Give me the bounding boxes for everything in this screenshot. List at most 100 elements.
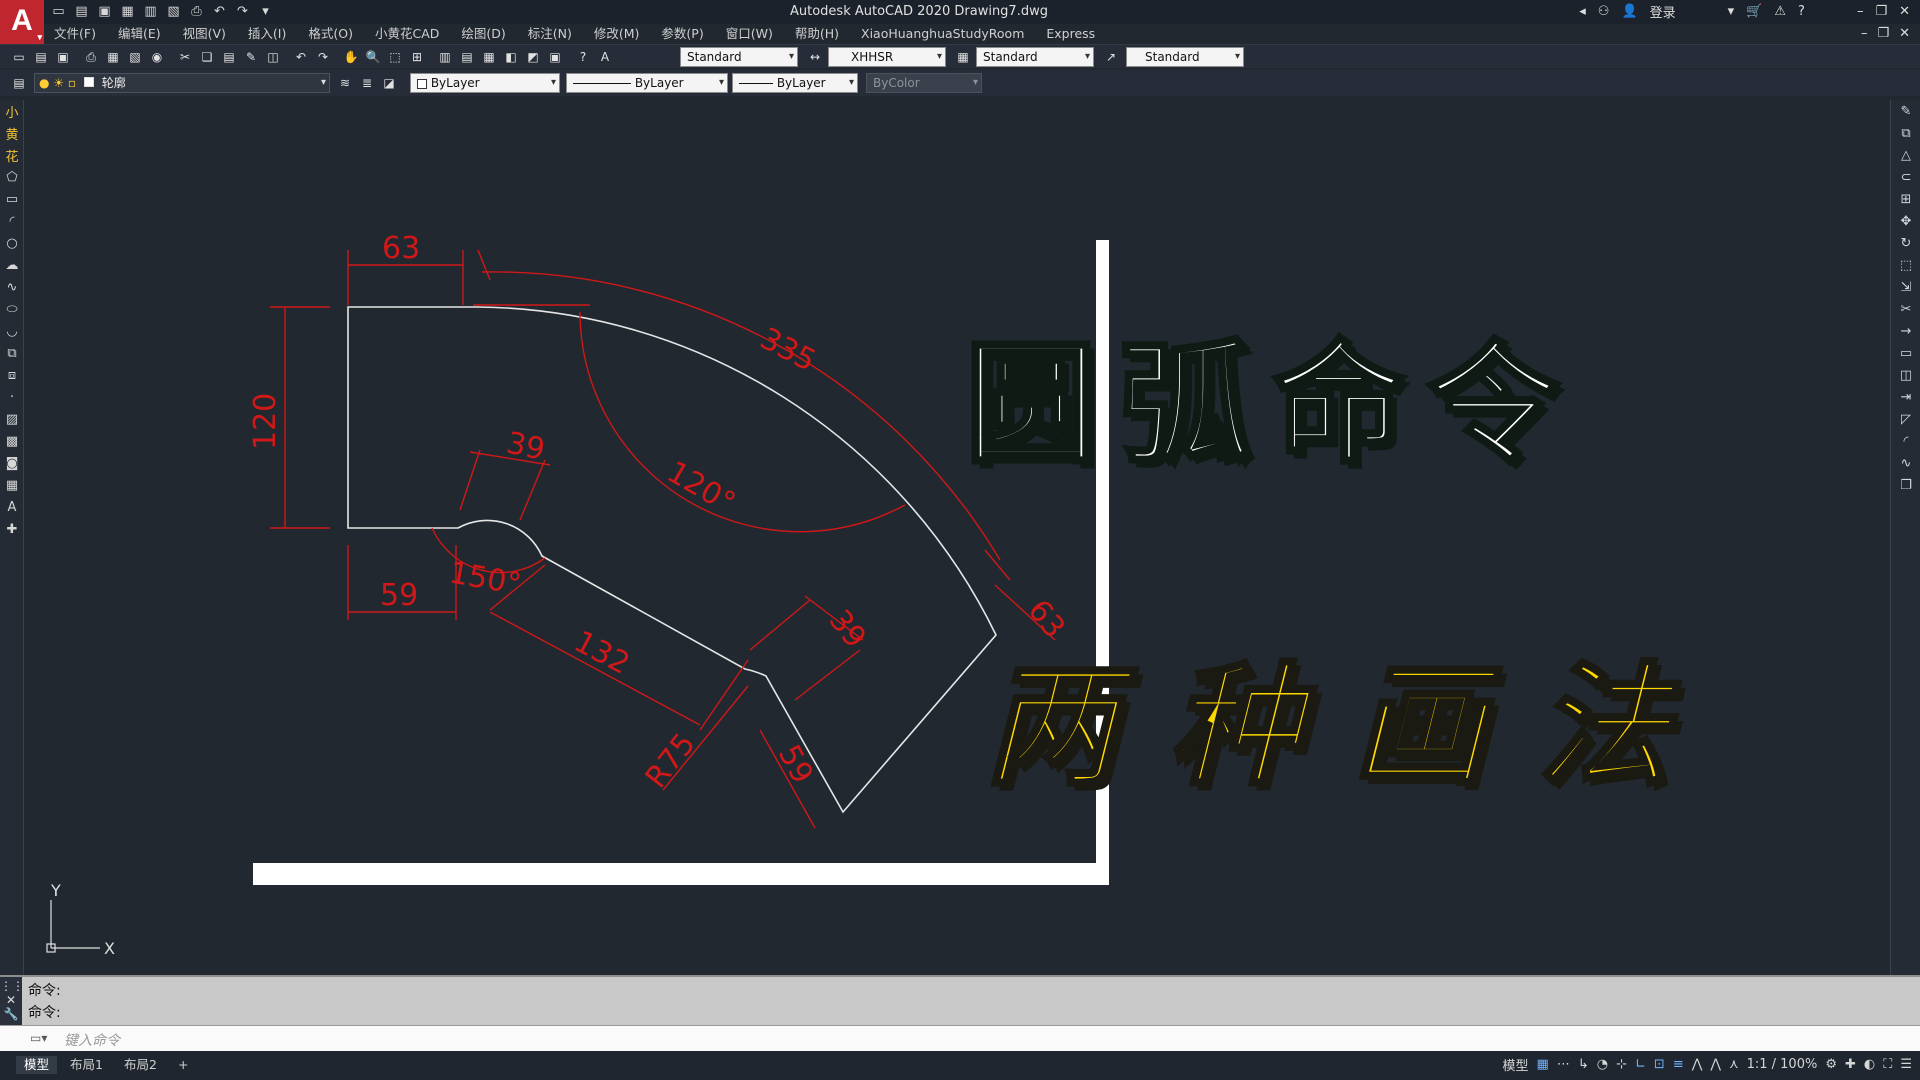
ortho-icon[interactable]: ∟ [1635, 1057, 1646, 1072]
break-icon[interactable]: ◫ [1891, 364, 1920, 386]
application-menu-button[interactable]: A ▾ [0, 0, 44, 44]
redo-icon[interactable]: ↷ [314, 48, 332, 66]
scale-icon[interactable]: ⬚ [1891, 254, 1920, 276]
plot-icon[interactable]: ⎙ [188, 3, 205, 20]
user-icon[interactable]: 👤 [1621, 4, 1637, 19]
layer-previous-icon[interactable]: ≣ [358, 74, 376, 92]
undo-icon[interactable]: ↶ [292, 48, 310, 66]
trim-icon[interactable]: ✂ [1891, 298, 1920, 320]
ellipse-arc-icon[interactable]: ◡ [0, 320, 24, 342]
command-prompt-icon[interactable]: ▭▾ [30, 1031, 47, 1045]
polygon-icon[interactable]: ⬠ [0, 166, 24, 188]
menu-express[interactable]: Express [1046, 24, 1095, 44]
qnew-icon[interactable]: ▭ [10, 48, 28, 66]
annotation-visibility-icon[interactable]: ⋀ [1692, 1057, 1703, 1072]
color-combo[interactable]: ByLayer ▾ [410, 73, 560, 93]
close-command-icon[interactable]: ✕ [0, 993, 22, 1007]
circle-icon[interactable]: ○ [0, 232, 24, 254]
signin-link[interactable]: 登录 [1650, 2, 1676, 21]
infer-constraints-icon[interactable]: ↳ [1578, 1057, 1589, 1072]
huang-icon[interactable]: 黄 [0, 122, 24, 144]
search-arrow-icon[interactable]: ◂ [1579, 4, 1586, 19]
open-web-icon[interactable]: ▥ [142, 3, 159, 20]
command-line-grip[interactable]: ⋮⋮ ✕ 🔧 [0, 977, 24, 1027]
help-icon[interactable]: ? [574, 48, 592, 66]
hatch-icon[interactable]: ▨ [0, 408, 24, 430]
auto-scale-icon[interactable]: ⋀ [1710, 1057, 1721, 1072]
customize-menu-icon[interactable]: ☰ [1900, 1057, 1912, 1072]
menu-view[interactable]: 视图(V) [183, 24, 226, 44]
binoculars-icon[interactable]: ⚇ [1598, 4, 1610, 19]
doc-restore-icon[interactable]: ❐ [1877, 26, 1889, 41]
grid-icon[interactable]: ▦ [1537, 1057, 1549, 1072]
menu-xiaohuanghua[interactable]: 小黄花CAD [375, 24, 439, 44]
zoom-previous-icon[interactable]: ⊞ [408, 48, 426, 66]
cut-icon[interactable]: ✂ [176, 48, 194, 66]
add-layout-button[interactable]: + [170, 1056, 196, 1074]
spline-icon[interactable]: ∿ [0, 276, 24, 298]
help-icon[interactable]: ? [1798, 4, 1805, 19]
point-icon[interactable]: · [0, 386, 24, 408]
open-icon[interactable]: ▤ [32, 48, 50, 66]
design-center-icon[interactable]: ▤ [458, 48, 476, 66]
menu-modify[interactable]: 修改(M) [594, 24, 640, 44]
match-properties-icon[interactable]: ✎ [242, 48, 260, 66]
save-icon[interactable]: ▣ [96, 3, 113, 20]
mleader-style-combo[interactable]: Standard ▾ [1126, 47, 1244, 67]
make-current-icon[interactable]: ≋ [336, 74, 354, 92]
dropdown-caret-icon[interactable]: ▾ [1728, 4, 1735, 19]
menu-edit[interactable]: 编辑(E) [118, 24, 161, 44]
table-icon[interactable]: ▦ [0, 474, 24, 496]
tab-layout1[interactable]: 布局1 [62, 1056, 111, 1074]
fullscreen-icon[interactable]: ⛶ [1883, 1057, 1892, 1072]
menu-file[interactable]: 文件(F) [54, 24, 96, 44]
dim-style-combo[interactable]: XHHSR ▾ [828, 47, 946, 67]
gear-icon[interactable]: ⚙ [1825, 1057, 1837, 1072]
erase-icon[interactable]: ✎ [1891, 100, 1920, 122]
cart-icon[interactable]: 🛒 [1746, 4, 1762, 19]
offset-icon[interactable]: ⊂ [1891, 166, 1920, 188]
layer-manager-icon[interactable]: ▤ [10, 74, 28, 92]
array-icon[interactable]: ⊞ [1891, 188, 1920, 210]
sheet-set-icon[interactable]: ◧ [502, 48, 520, 66]
zoom-window-icon[interactable]: ⬚ [386, 48, 404, 66]
mirror-icon[interactable]: △ [1891, 144, 1920, 166]
explode-icon[interactable]: ❐ [1891, 474, 1920, 496]
polar-icon[interactable]: ◔ [1597, 1057, 1608, 1072]
rectangle-icon[interactable]: ▭ [0, 188, 24, 210]
minimize-icon[interactable]: – [1857, 4, 1864, 19]
menu-studyroom[interactable]: XiaoHuanghuaStudyRoom [861, 24, 1024, 44]
snap-icon[interactable]: ⋯ [1557, 1057, 1570, 1072]
quickcalc-icon[interactable]: ▣ [546, 48, 564, 66]
ellipse-icon[interactable]: ⬭ [0, 298, 24, 320]
properties-icon[interactable]: ▥ [436, 48, 454, 66]
pan-icon[interactable]: ✋ [342, 48, 360, 66]
doc-close-icon[interactable]: ✕ [1899, 26, 1910, 41]
close-icon[interactable]: ✕ [1899, 4, 1910, 19]
fillet-icon[interactable]: ◜ [1891, 430, 1920, 452]
rotate-icon[interactable]: ↻ [1891, 232, 1920, 254]
table-style-combo[interactable]: Standard ▾ [976, 47, 1094, 67]
zoom-realtime-icon[interactable]: 🔍 [364, 48, 382, 66]
linetype-combo[interactable]: ByLayer ▾ [566, 73, 728, 93]
gradient-icon[interactable]: ▩ [0, 430, 24, 452]
customize-caret-icon[interactable]: ▾ [257, 3, 274, 20]
stretch-icon[interactable]: ⇲ [1891, 276, 1920, 298]
paste-icon[interactable]: ▤ [220, 48, 238, 66]
save-icon[interactable]: ▣ [54, 48, 72, 66]
save-as-icon[interactable]: ▦ [119, 3, 136, 20]
copy-icon[interactable]: ⧉ [1891, 122, 1920, 144]
insert-block-icon[interactable]: ⧉ [0, 342, 24, 364]
mtext-icon[interactable]: A [0, 496, 24, 518]
restore-icon[interactable]: ❐ [1875, 4, 1887, 19]
revcloud-icon[interactable]: ☁ [0, 254, 24, 276]
isolate-objects-icon[interactable]: ◐ [1864, 1057, 1875, 1072]
new-file-icon[interactable]: ▭ [50, 3, 67, 20]
make-block-icon[interactable]: ⧈ [0, 364, 24, 386]
save-web-icon[interactable]: ▧ [165, 3, 182, 20]
text-style-combo[interactable]: Standard ▾ [680, 47, 798, 67]
menu-format[interactable]: 格式(O) [308, 24, 353, 44]
mleader-style-icon[interactable]: ↗ [1102, 48, 1120, 66]
copy-icon[interactable]: ❏ [198, 48, 216, 66]
menu-help[interactable]: 帮助(H) [795, 24, 839, 44]
